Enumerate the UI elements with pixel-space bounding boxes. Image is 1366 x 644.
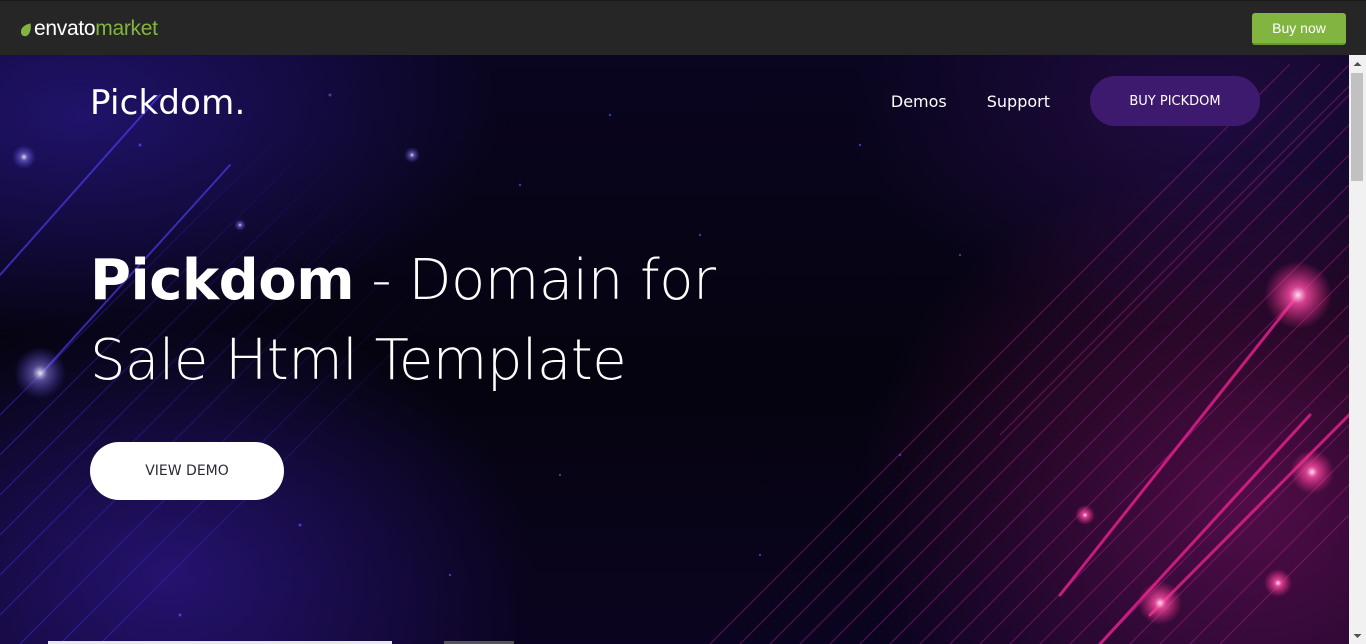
hero-title-strong: Pickdom bbox=[90, 248, 355, 313]
envato-wordmark: envato bbox=[34, 17, 96, 40]
nav-support-link[interactable]: Support bbox=[987, 92, 1050, 111]
hero-title-rest: - Domain for bbox=[354, 248, 716, 313]
chevron-down-icon[interactable] bbox=[1349, 627, 1366, 644]
main-nav: Demos Support BUY PICKDOM bbox=[891, 76, 1260, 126]
page-scrollbar[interactable] bbox=[1349, 55, 1366, 644]
buy-pickdom-button[interactable]: BUY PICKDOM bbox=[1090, 76, 1260, 126]
buy-now-button[interactable]: Buy now bbox=[1252, 13, 1346, 45]
leaf-icon bbox=[20, 23, 31, 37]
envato-market-logo[interactable]: envato market bbox=[20, 17, 158, 41]
view-demo-button[interactable]: VIEW DEMO bbox=[90, 442, 284, 500]
hero-title-line2: Sale Html Template bbox=[90, 328, 627, 393]
nav-demos-link[interactable]: Demos bbox=[891, 92, 947, 111]
site-logo[interactable]: Pickdom. bbox=[90, 83, 246, 123]
hero-title: Pickdom - Domain for Sale Html Template bbox=[90, 241, 716, 401]
chevron-up-icon[interactable] bbox=[1349, 55, 1366, 72]
hero-section: Pickdom. Demos Support BUY PICKDOM Pickd… bbox=[0, 55, 1349, 644]
market-wordmark: market bbox=[95, 17, 158, 40]
envato-top-bar: envato market Buy now bbox=[0, 0, 1366, 55]
scrollbar-thumb[interactable] bbox=[1351, 73, 1363, 181]
